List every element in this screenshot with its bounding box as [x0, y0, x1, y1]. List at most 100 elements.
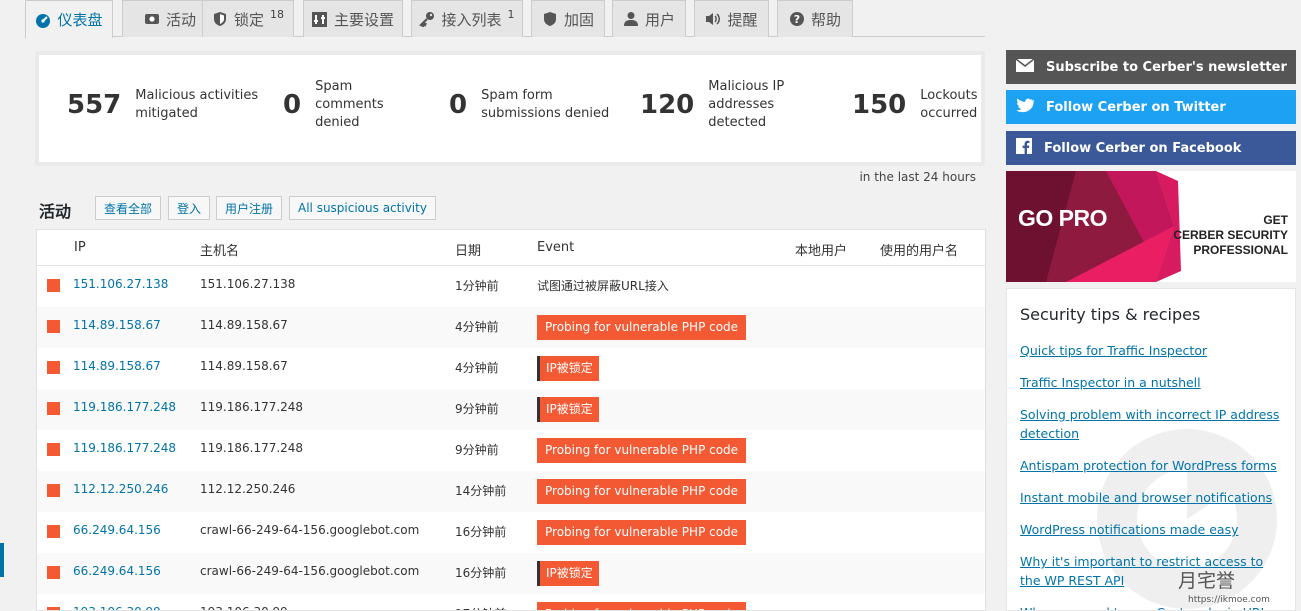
event-badge: Probing for vulnerable PHP code — [537, 438, 747, 463]
hostname-cell: 112.12.250.246 — [200, 482, 296, 496]
twitter-button[interactable]: Follow Cerber on Twitter — [1006, 90, 1296, 124]
stat-malicious-activities: 557 Malicious activities mitigated — [67, 87, 258, 123]
stat-label: Spam form submissions denied — [481, 88, 610, 121]
watermark-text: 月宅誉 — [1178, 570, 1236, 592]
activity-table: IP 主机名 日期 Event 本地用户 使用的用户名 151.106.27.1… — [36, 229, 986, 611]
ip-link[interactable]: 114.89.158.67 — [73, 359, 161, 373]
tip-link[interactable]: Quick tips for Traffic Inspector — [1020, 341, 1280, 360]
tab-bar: 仪表盘 活动 锁定 18 主要设置 接入列表 1 加固 用户 提醒 ? 帮助 — [25, 0, 985, 38]
tip-link[interactable]: Solving problem with incorrect IP addres… — [1020, 405, 1280, 443]
filter-registrations[interactable]: 用户注册 — [216, 196, 283, 220]
tab-hardening[interactable]: 加固 — [531, 0, 605, 37]
sliders-icon — [312, 11, 328, 27]
tips-title: Security tips & recipes — [1020, 305, 1201, 324]
activity-title: 活动 — [39, 202, 72, 221]
ip-link[interactable]: 119.186.177.248 — [73, 400, 176, 414]
filter-suspicious[interactable]: All suspicious activity — [289, 196, 436, 220]
shield-icon — [212, 11, 228, 27]
tab-main-settings[interactable]: 主要设置 — [303, 0, 403, 37]
date-cell: 9分钟前 — [455, 443, 499, 457]
ip-link[interactable]: 193.106.30.99 — [73, 605, 161, 610]
stat-malicious-ips: 120 Malicious IP addresses detected — [640, 78, 784, 132]
facebook-button[interactable]: Follow Cerber on Facebook — [1006, 131, 1296, 165]
event-badge: IP被锁定 — [537, 397, 599, 422]
date-cell: 17分钟前 — [455, 605, 506, 610]
event-badge: 试图通过被屏蔽URL接入 — [537, 279, 669, 293]
stat-label: Spam comments denied — [315, 79, 384, 130]
security-tips-panel: Security tips & recipes Quick tips for T… — [1006, 288, 1296, 611]
ip-link[interactable]: 114.89.158.67 — [73, 318, 161, 332]
ip-link[interactable]: 66.249.64.156 — [73, 523, 161, 537]
table-row: 151.106.27.138 151.106.27.138 1分钟前 试图通过被屏蔽U… — [37, 266, 985, 307]
tab-label: 锁定 — [233, 10, 264, 29]
filter-logins[interactable]: 登入 — [168, 196, 211, 220]
column-header-hostname: 主机名 — [200, 244, 240, 259]
ip-link[interactable]: 66.249.64.156 — [73, 564, 161, 578]
eye-icon — [144, 11, 160, 27]
tab-users[interactable]: 用户 — [612, 0, 686, 37]
tab-badge: 1 — [507, 7, 515, 21]
twitter-icon — [1016, 98, 1034, 117]
date-cell: 4分钟前 — [455, 361, 499, 375]
hostname-cell: 114.89.158.67 — [200, 359, 288, 373]
event-badge: Probing for vulnerable PHP code — [537, 315, 747, 340]
table-row: 114.89.158.67 114.89.158.67 4分钟前 IP被锁定 — [37, 348, 985, 389]
tip-link[interactable]: Why it's important to restrict access to… — [1020, 552, 1280, 590]
table-row: 119.186.177.248 119.186.177.248 9分钟前 IP被锁定 — [37, 389, 985, 430]
tab-lockouts[interactable]: 锁定 18 — [202, 0, 294, 37]
key-icon — [419, 11, 435, 27]
go-pro-subtitle: GET CERBER SECURITY PROFESSIONAL — [1173, 213, 1288, 257]
column-header-local-user: 本地用户 — [795, 244, 848, 259]
stat-lockouts: 150 Lockouts occurred — [852, 87, 978, 123]
tab-label: 仪表盘 — [57, 11, 103, 29]
tab-label: 帮助 — [810, 10, 841, 29]
status-square — [47, 443, 60, 456]
table-row: 66.249.64.156 crawl-66-249-64-156.googleb… — [37, 512, 985, 553]
column-header-ip: IP — [74, 240, 86, 255]
ip-link[interactable]: 112.12.250.246 — [73, 482, 168, 496]
hostname-cell: 193.106.30.99 — [200, 605, 288, 610]
tab-label: 主要设置 — [333, 10, 394, 29]
status-square — [47, 607, 60, 610]
status-square — [47, 361, 60, 374]
event-badge: Probing for vulnerable PHP code — [537, 602, 747, 610]
column-header-username: 使用的用户名 — [880, 244, 959, 259]
status-square — [47, 279, 60, 292]
ip-link[interactable]: 151.106.27.138 — [73, 277, 168, 291]
stat-label: Malicious IP addresses detected — [708, 79, 785, 130]
go-pro-banner[interactable]: GO PRO GET CERBER SECURITY PROFESSIONAL — [1006, 171, 1296, 282]
tip-link[interactable]: Traffic Inspector in a nutshell — [1020, 373, 1280, 392]
svg-text:?: ? — [794, 13, 800, 26]
tab-dashboard[interactable]: 仪表盘 — [25, 0, 113, 38]
date-cell: 9分钟前 — [455, 402, 499, 416]
stat-spam-comments: 0 Spam comments denied — [283, 78, 384, 132]
table-row: 119.186.177.248 119.186.177.248 9分钟前 Probin… — [37, 430, 985, 471]
date-cell: 16分钟前 — [455, 525, 507, 539]
filter-view-all[interactable]: 查看全部 — [95, 196, 162, 220]
megaphone-icon — [705, 11, 721, 27]
date-cell: 4分钟前 — [455, 320, 499, 334]
hostname-cell: crawl-66-249-64-156.googlebot.com — [200, 523, 420, 537]
tab-help[interactable]: ? 帮助 — [777, 0, 853, 37]
status-square — [47, 320, 60, 333]
stats-panel: 557 Malicious activities mitigated 0 Spam… — [35, 51, 985, 166]
column-header-event: Event — [537, 240, 575, 255]
tab-label: 提醒 — [727, 10, 758, 29]
tip-link[interactable]: Antispam protection for WordPress forms — [1020, 456, 1280, 475]
tip-link[interactable]: WordPress notifications made easy — [1020, 520, 1280, 539]
tab-label: 用户 — [644, 10, 675, 29]
event-badge: Probing for vulnerable PHP code — [537, 479, 747, 504]
tab-badge: 18 — [270, 7, 284, 21]
column-header-date: 日期 — [455, 244, 482, 259]
status-square — [47, 402, 60, 415]
facebook-label: Follow Cerber on Facebook — [1044, 140, 1242, 156]
period-note: in the last 24 hours — [859, 170, 976, 184]
date-cell: 16分钟前 — [455, 566, 507, 580]
newsletter-button[interactable]: Subscribe to Cerber's newsletter — [1006, 50, 1296, 84]
tab-access-lists[interactable]: 接入列表 1 — [411, 0, 523, 37]
ip-link[interactable]: 119.186.177.248 — [73, 441, 176, 455]
tip-link[interactable]: Instant mobile and browser notifications — [1020, 488, 1280, 507]
table-row: 112.12.250.246 112.12.250.246 14分钟前 Probing… — [37, 471, 985, 512]
tab-notifications[interactable]: 提醒 — [694, 0, 769, 37]
dashboard-icon — [35, 12, 51, 28]
